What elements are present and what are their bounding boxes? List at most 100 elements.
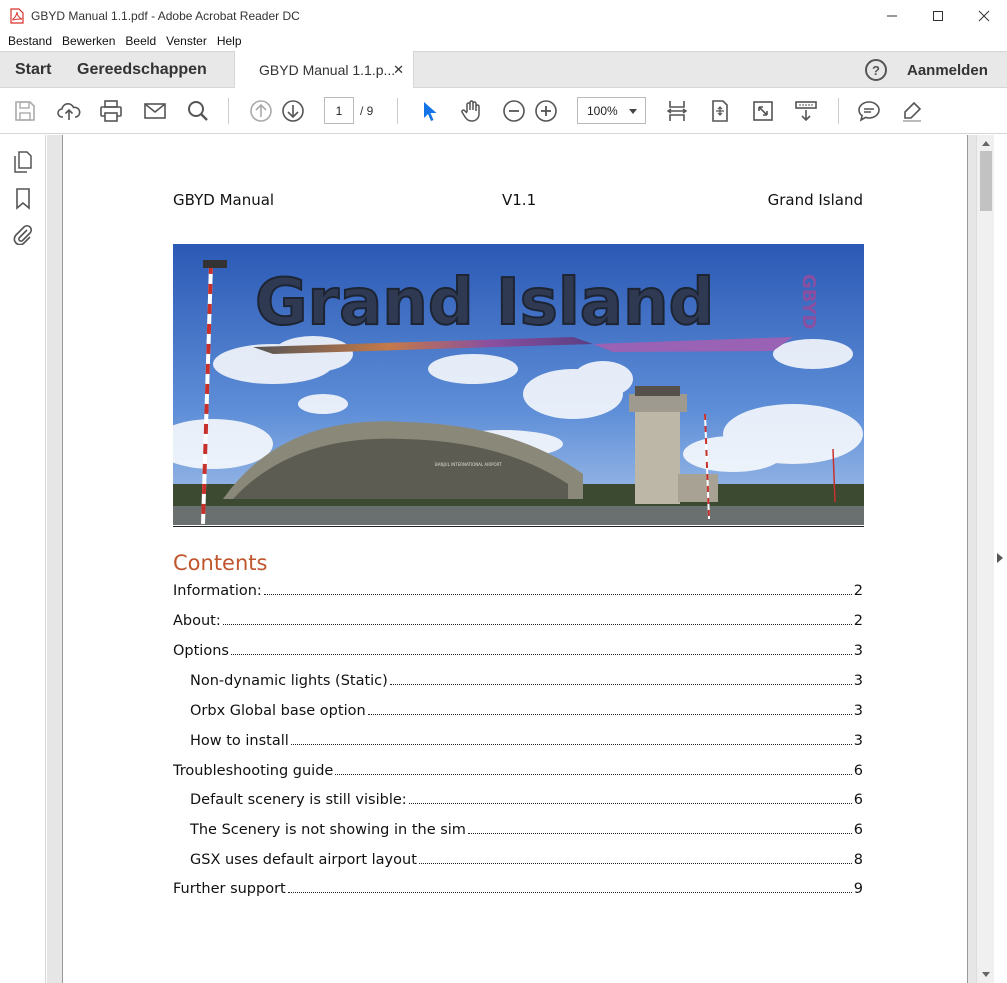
minimize-button[interactable] (869, 0, 915, 31)
toc-entry-label: How to install (190, 733, 289, 749)
toc-entry-page: 2 (853, 613, 863, 629)
toc-leader-dots (230, 654, 852, 655)
tab-start[interactable]: Start (15, 52, 51, 88)
page-thumbnails-icon (14, 151, 32, 173)
scroll-down-icon[interactable] (982, 972, 990, 977)
toc-entry[interactable]: The Scenery is not showing in the sim 6 (190, 818, 863, 838)
fit-width-button[interactable] (664, 98, 690, 124)
highlight-button[interactable] (899, 98, 925, 124)
comment-button[interactable] (856, 98, 882, 124)
toc-heading: Contents (173, 551, 268, 575)
tab-document[interactable]: GBYD Manual 1.1.p... ✕ (234, 51, 414, 89)
toc-entry[interactable]: Further support 9 (173, 877, 863, 897)
minimize-icon (887, 15, 897, 16)
page-total: / 9 (360, 103, 374, 118)
tab-document-label: GBYD Manual 1.1.p... (259, 62, 396, 78)
toc-entry-label: Further support (173, 881, 286, 897)
scroll-thumb[interactable] (980, 151, 992, 211)
page-thumbnails-button[interactable] (12, 151, 34, 173)
toc-entry-page: 6 (853, 763, 863, 779)
bookmarks-button[interactable] (12, 188, 34, 210)
chevron-down-icon (629, 109, 637, 114)
signin-button[interactable]: Aanmelden (907, 52, 988, 88)
attachments-button[interactable] (12, 223, 34, 245)
toc-entry[interactable]: Information: 2 (173, 579, 863, 599)
email-button[interactable] (142, 98, 168, 124)
close-window-button[interactable] (961, 0, 1007, 31)
close-tab-icon[interactable]: ✕ (393, 62, 404, 78)
toolbar-separator (228, 98, 229, 124)
toc-entry[interactable]: How to install 3 (190, 729, 863, 749)
vertical-scrollbar[interactable] (976, 135, 994, 983)
menu-bar: Bestand Bewerken Beeld Venster Help (0, 31, 1007, 51)
toc-entry-label: Orbx Global base option (190, 703, 366, 719)
save-button[interactable] (12, 98, 38, 124)
cursor-arrow-icon (424, 102, 437, 121)
toc-entry[interactable]: Non-dynamic lights (Static) 3 (190, 669, 863, 689)
toolbar-separator (397, 98, 398, 124)
arrow-up-circle-icon (250, 100, 272, 122)
previous-page-button[interactable] (248, 98, 274, 124)
menu-bestand[interactable]: Bestand (3, 34, 57, 48)
next-page-button[interactable] (280, 98, 306, 124)
toc-entry[interactable]: GSX uses default airport layout 8 (190, 848, 863, 868)
envelope-icon (144, 103, 166, 119)
minus-circle-icon (503, 100, 525, 122)
maximize-button[interactable] (915, 0, 961, 31)
plus-circle-icon (535, 100, 557, 122)
scroll-up-icon[interactable] (982, 141, 990, 146)
hand-tool-button[interactable] (458, 98, 484, 124)
toc-entry-label: Information: (173, 583, 262, 599)
help-icon[interactable]: ? (865, 59, 887, 81)
menu-beeld[interactable]: Beeld (120, 34, 161, 48)
toc-leader-dots (290, 744, 852, 745)
fit-page-button[interactable] (707, 98, 733, 124)
page-header-center: V1.1 (502, 191, 537, 209)
search-icon (188, 101, 208, 121)
tab-tools[interactable]: Gereedschappen (77, 52, 207, 88)
toolbar-separator (838, 98, 839, 124)
toc-leader-dots (287, 892, 852, 893)
menu-help[interactable]: Help (212, 34, 247, 48)
zoom-out-button[interactable] (501, 98, 527, 124)
upload-button[interactable] (56, 98, 82, 124)
toc-entry[interactable]: About: 2 (173, 609, 863, 629)
page-number-input[interactable]: 1 (324, 97, 354, 124)
menu-bewerken[interactable]: Bewerken (57, 34, 120, 48)
toc-entry-label: Default scenery is still visible: (190, 792, 407, 808)
zoom-select[interactable]: 100% (577, 97, 646, 124)
toc-entry-label: Troubleshooting guide (173, 763, 334, 779)
cloud-upload-icon (57, 103, 81, 120)
page-header-left: GBYD Manual (173, 191, 275, 209)
print-button[interactable] (98, 98, 124, 124)
search-button[interactable] (185, 98, 211, 124)
scroll-mode-button[interactable] (793, 98, 819, 124)
toc-entry[interactable]: Default scenery is still visible: 6 (190, 788, 863, 808)
banner-building-sign: BANJUL INTERNATIONAL AIRPORT (435, 462, 502, 467)
toc-entry[interactable]: Troubleshooting guide 6 (173, 759, 863, 779)
zoom-in-button[interactable] (533, 98, 559, 124)
toc-entry-page: 3 (853, 733, 863, 749)
maximize-icon (933, 10, 943, 21)
highlighter-icon (903, 101, 922, 122)
banner-image: Grand Island GBYD BANJUL INTERNATIONAL A… (173, 244, 864, 525)
toc-entry[interactable]: Options 3 (173, 639, 863, 659)
toc-entry-page: 2 (853, 583, 863, 599)
paperclip-icon (13, 224, 33, 245)
toc-entry-label: GSX uses default airport layout (190, 852, 417, 868)
toc-entry-page: 3 (853, 703, 863, 719)
toc-leader-dots (367, 714, 852, 715)
expand-icon (753, 101, 773, 121)
pdf-page: GBYD Manual V1.1 Grand Island Grand Isla… (62, 135, 968, 983)
tab-bar: Start Gereedschappen GBYD Manual 1.1.p..… (0, 51, 1007, 89)
toc-entry[interactable]: Orbx Global base option 3 (190, 699, 863, 719)
menu-venster[interactable]: Venster (161, 34, 212, 48)
fullscreen-button[interactable] (750, 98, 776, 124)
window-title: GBYD Manual 1.1.pdf - Adobe Acrobat Read… (31, 8, 300, 23)
banner-divider (173, 526, 864, 527)
toolbar (0, 88, 1007, 134)
select-tool-button[interactable] (416, 98, 442, 124)
expand-right-panel-icon[interactable] (997, 553, 1003, 563)
document-viewer[interactable]: GBYD Manual V1.1 Grand Island Grand Isla… (47, 135, 976, 983)
toc-leader-dots (263, 594, 852, 595)
